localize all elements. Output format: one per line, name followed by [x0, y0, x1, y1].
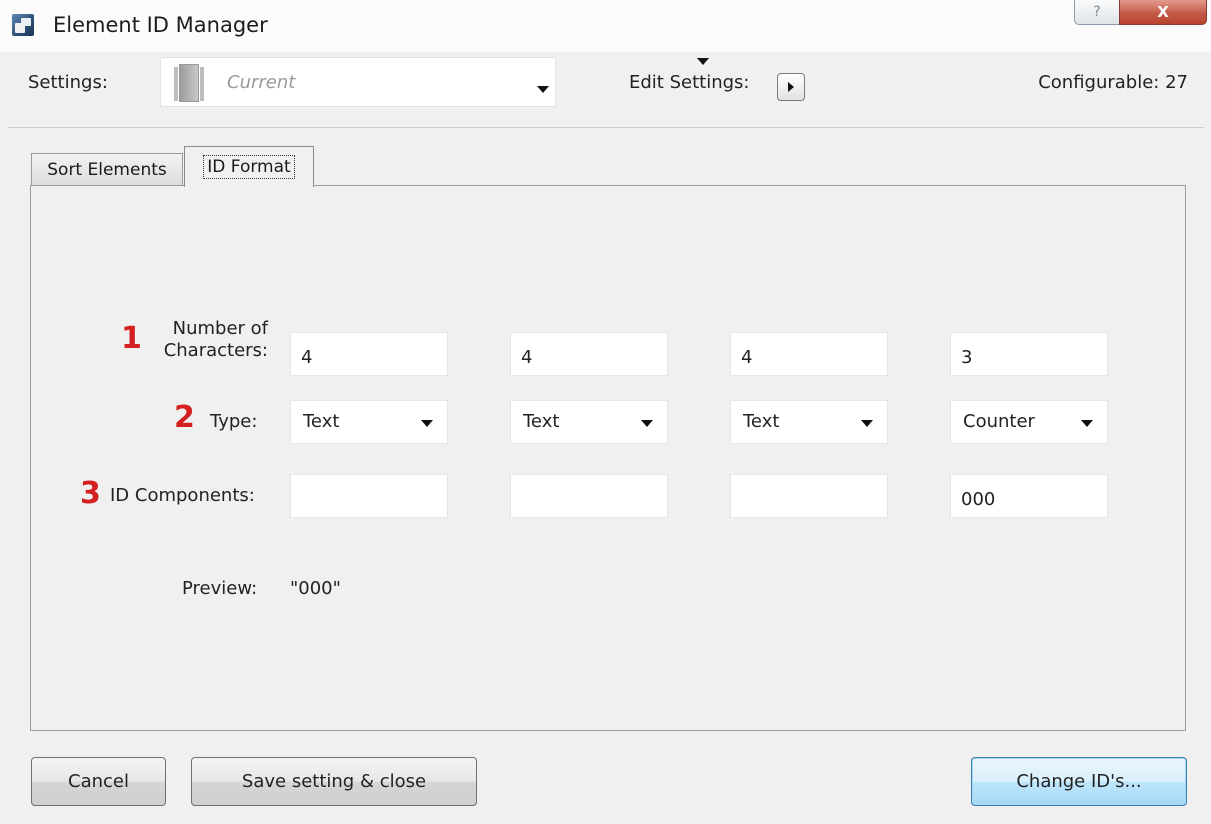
annotation-1: 1	[121, 321, 142, 356]
help-button[interactable]: ?	[1074, 0, 1120, 25]
header-divider	[8, 127, 1204, 128]
characters-label: Number of Characters:	[140, 318, 268, 362]
tab-sort-elements-label: Sort Elements	[47, 159, 167, 180]
app-icon	[12, 14, 34, 36]
chevron-down-icon	[641, 420, 653, 427]
characters-field-3[interactable]: 4	[730, 332, 888, 376]
tab-id-format-label: ID Format	[203, 155, 295, 179]
characters-field-4[interactable]: 3	[950, 332, 1108, 376]
type-value-2: Text	[523, 411, 560, 432]
settings-label: Settings:	[28, 72, 108, 93]
window-title: Element ID Manager	[53, 13, 268, 37]
close-icon: X	[1157, 3, 1169, 21]
save-close-button[interactable]: Save setting & close	[191, 757, 477, 806]
tab-sort-elements[interactable]: Sort Elements	[31, 153, 183, 185]
component-field-2[interactable]	[510, 474, 668, 518]
play-arrow-icon	[788, 82, 794, 92]
type-dropdown-2[interactable]: Text	[510, 400, 668, 444]
annotation-3: 3	[80, 476, 101, 511]
type-label: Type:	[210, 411, 258, 432]
settings-value: Current	[227, 72, 296, 93]
type-value-1: Text	[303, 411, 340, 432]
type-dropdown-3[interactable]: Text	[730, 400, 888, 444]
save-close-button-label: Save setting & close	[241, 771, 427, 792]
characters-label-line1: Number of	[172, 318, 268, 339]
type-value-3: Text	[743, 411, 780, 432]
preview-value: "000"	[290, 578, 341, 599]
edit-settings-label: Edit Settings:	[629, 72, 750, 93]
change-ids-button[interactable]: Change ID's...	[971, 757, 1187, 806]
type-dropdown-1[interactable]: Text	[290, 400, 448, 444]
door-icon	[174, 64, 204, 102]
characters-field-2[interactable]: 4	[510, 332, 668, 376]
configurable-count: Configurable: 27	[1038, 72, 1188, 93]
component-field-4[interactable]: 000	[950, 474, 1108, 518]
preview-label: Preview:	[182, 578, 258, 599]
component-field-3[interactable]	[730, 474, 888, 518]
settings-dropdown[interactable]: Current	[160, 57, 709, 107]
cancel-button[interactable]: Cancel	[31, 757, 166, 806]
characters-label-line2: Characters:	[163, 340, 268, 361]
type-dropdown-4[interactable]: Counter	[950, 400, 1108, 444]
annotation-2: 2	[174, 400, 195, 435]
chevron-down-icon	[861, 420, 873, 427]
chevron-down-icon	[1081, 420, 1093, 427]
cancel-button-label: Cancel	[68, 771, 129, 792]
settings-dropdown-arrow-icon[interactable]	[537, 86, 549, 93]
chevron-down-icon	[421, 420, 433, 427]
chevron-down-icon	[697, 58, 709, 65]
type-value-4: Counter	[963, 411, 1035, 432]
close-button[interactable]: X	[1119, 0, 1207, 25]
edit-settings-button[interactable]	[777, 73, 805, 101]
change-ids-button-label: Change ID's...	[1016, 771, 1142, 792]
components-label: ID Components:	[110, 485, 255, 506]
characters-field-1[interactable]: 4	[290, 332, 448, 376]
id-format-panel	[30, 185, 1186, 731]
tab-id-format[interactable]: ID Format	[184, 146, 314, 187]
component-field-1[interactable]	[290, 474, 448, 518]
title-bar: Element ID Manager ? X	[0, 0, 1211, 52]
help-icon: ?	[1093, 4, 1101, 20]
